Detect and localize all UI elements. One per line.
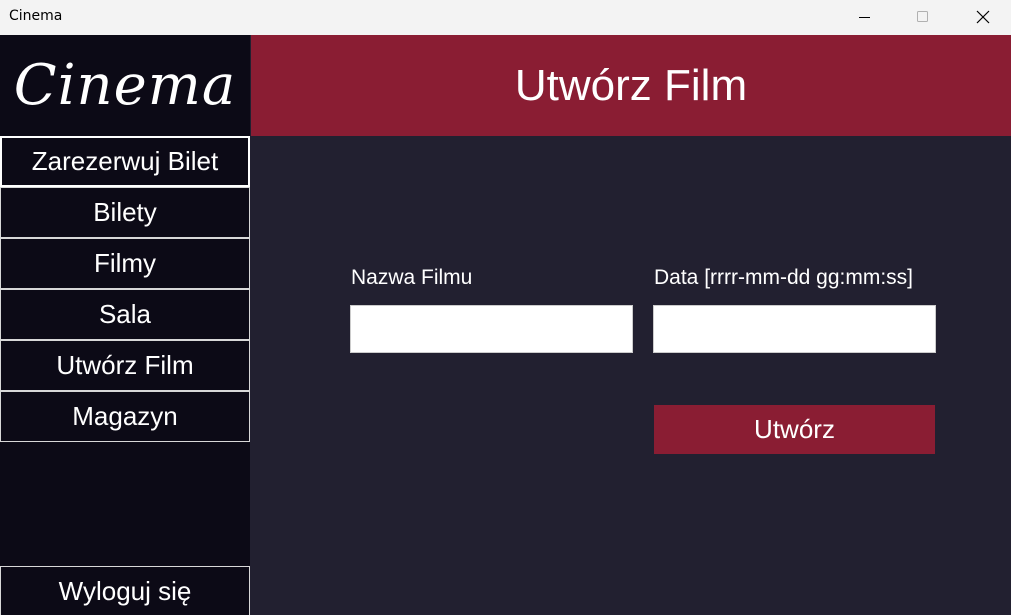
date-input[interactable]: [653, 305, 936, 353]
sidebar-item-zarezerwuj-bilet[interactable]: Zarezerwuj Bilet: [0, 136, 250, 187]
sidebar-item-label: Utwórz Film: [56, 350, 194, 380]
date-label: Data [rrrr-mm-dd gg:mm:ss]: [654, 266, 914, 289]
sidebar-item-utworz-film[interactable]: Utwórz Film: [0, 340, 250, 391]
sidebar-item-label: Sala: [98, 299, 152, 329]
page-header: Utwórz Film: [251, 35, 1011, 136]
sidebar-item-filmy[interactable]: Filmy: [0, 238, 250, 289]
sidebar-item-sala[interactable]: Sala: [0, 289, 250, 340]
movie-name-input[interactable]: [350, 305, 633, 353]
maximize-icon: [917, 10, 928, 22]
create-button[interactable]: Utwórz: [654, 405, 935, 454]
movie-name-label: Nazwa Filmu: [351, 266, 473, 289]
create-button-label: Utwórz: [754, 414, 835, 444]
minimize-icon: [859, 16, 870, 18]
title-bar: Cinema: [0, 0, 1011, 35]
sidebar-item-label: Zarezerwuj Bilet: [31, 146, 219, 176]
sidebar-item-label: Bilety: [93, 197, 157, 227]
sidebar-item-label: Magazyn: [72, 401, 178, 431]
page-title: Utwórz Film: [514, 60, 748, 110]
sidebar-item-magazyn[interactable]: Magazyn: [0, 391, 250, 442]
maximize-button[interactable]: [900, 0, 946, 33]
app-logo: Cinema: [13, 53, 237, 118]
sidebar-item-label: Filmy: [93, 248, 157, 278]
logout-label: Wyloguj się: [58, 576, 192, 606]
sidebar: Cinema Zarezerwuj Bilet Bilety Filmy Sal…: [0, 35, 250, 615]
sidebar-item-bilety[interactable]: Bilety: [0, 187, 250, 238]
app-window: Cinema Cinema Zarezerwuj Bilet Bilety Fi…: [0, 0, 1011, 615]
logout-button[interactable]: Wyloguj się: [0, 566, 250, 615]
close-button[interactable]: [960, 0, 1006, 33]
close-icon: [976, 10, 990, 23]
minimize-button[interactable]: [842, 0, 888, 33]
window-title: Cinema: [9, 8, 63, 24]
